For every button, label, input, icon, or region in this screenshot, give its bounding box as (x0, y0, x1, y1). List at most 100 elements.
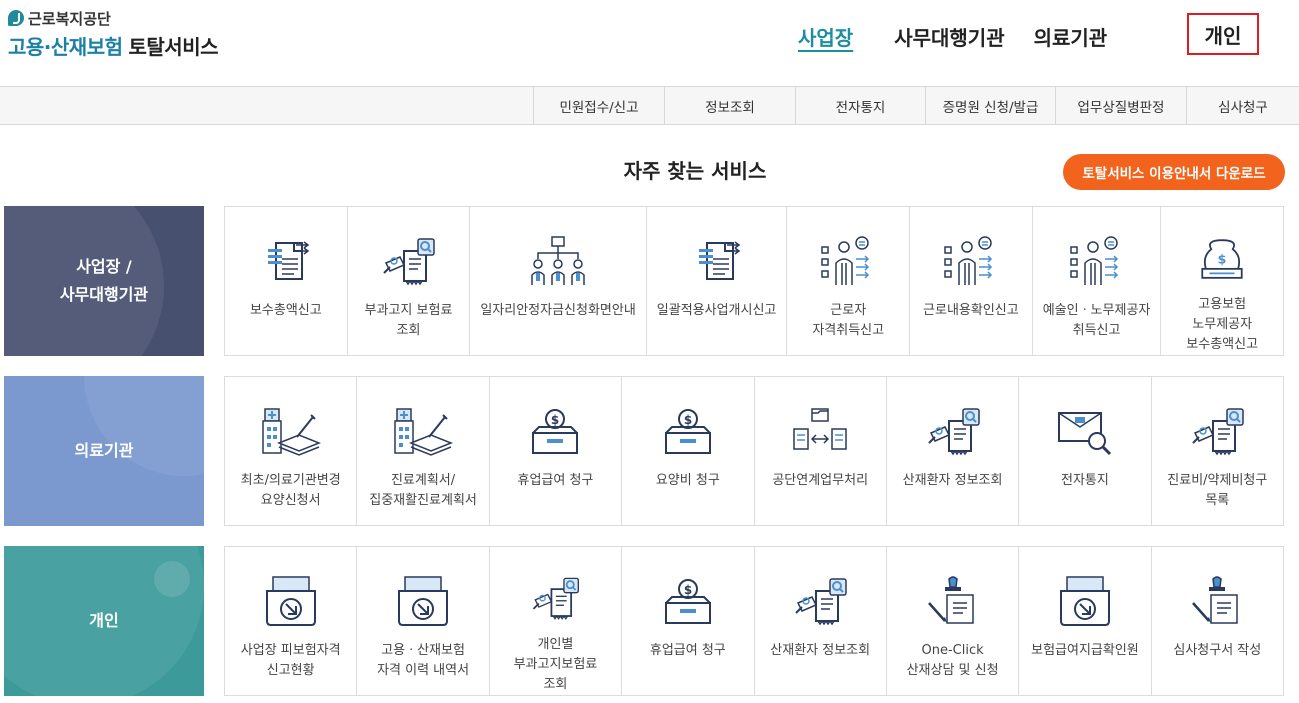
subnav-info-inquiry[interactable]: 정보조회 (664, 87, 795, 124)
service-tile-label: 고용ㆍ산재보험 자격 이력 내역서 (377, 643, 470, 678)
subnav-occupational-disease[interactable]: 업무상질병판정 (1055, 87, 1186, 124)
document-search-icon (533, 577, 580, 620)
service-tile-label: 보수총액신고 (249, 303, 322, 318)
subnav-certificate[interactable]: 증명원 신청/발급 (925, 87, 1055, 124)
service-tile-label: 부과고지 보험료 조회 (364, 303, 453, 338)
service-tile[interactable]: 고용ㆍ산재보험 자격 이력 내역서 (356, 547, 488, 695)
document-list-icon (267, 241, 310, 280)
stamp-pen-icon (927, 576, 974, 624)
person-report-icon (1069, 236, 1118, 285)
service-tile-label: 고용보험 노무제공자 보수총액신고 (1186, 297, 1259, 352)
service-tile[interactable]: 공단연계업무처리 (753, 377, 886, 525)
nav-agency[interactable]: 사무대행기관 (894, 22, 1004, 51)
service-tile[interactable]: 보수총액신고 (225, 207, 347, 355)
sub-nav: 민원접수/신고 정보조회 전자통지 증명원 신청/발급 업무상질병판정 심사청구 (0, 86, 1299, 125)
subnav-e-notice[interactable]: 전자통지 (795, 87, 925, 124)
service-tile-label: One-Click 산재상담 및 신청 (906, 643, 999, 678)
category-personal-label: 개인 (89, 611, 119, 630)
tray-download-icon (1059, 576, 1110, 626)
organization-icon (531, 236, 585, 285)
category-business: 사업장 / 사무대행기관 (4, 206, 204, 356)
tray-download-icon (265, 576, 316, 626)
person-report-icon (821, 236, 870, 285)
tray-download-icon (398, 576, 449, 626)
service-tile-label: 심사청구서 작성 (1173, 643, 1262, 658)
service-tile[interactable]: 보험급여지급확인원 (1018, 547, 1150, 695)
svg-text:$: $ (1218, 251, 1227, 266)
service-tile-label: 산재환자 정보조회 (902, 473, 1003, 488)
service-tile[interactable]: 근로내용확인신고 (909, 207, 1032, 355)
service-row-business: 보수총액신고 부과고지 보험료 조회 일자리안정자금신청화면안내 일괄적용사업개… (224, 206, 1284, 356)
nav-personal[interactable]: 개인 (1187, 13, 1259, 55)
download-guide-button[interactable]: 토탈서비스 이용안내서 다운로드 (1063, 154, 1285, 190)
document-search-icon (1192, 408, 1245, 456)
service-tile[interactable]: 근로자 자격취득신고 (786, 207, 909, 355)
category-medical-label: 의료기관 (74, 441, 134, 460)
service-tile[interactable]: 진료비/약제비청구 목록 (1150, 377, 1283, 525)
service-tile-label: 개인별 부과고지보험료 조회 (513, 637, 598, 692)
subnav-review-request[interactable]: 심사청구 (1186, 87, 1299, 124)
category-business-line2: 사무대행기관 (59, 285, 149, 304)
service-tile-label: 최초/의료기관변경 요양신청서 (240, 473, 341, 508)
service-tile-label: 근로자 자격취득신고 (812, 303, 885, 338)
coin-box-icon: $ (664, 579, 711, 624)
site-header: 근로복지공단 고용·산재보험 토탈서비스 사업장 사무대행기관 의료기관 개인 (0, 0, 1299, 86)
document-search-icon (927, 408, 980, 456)
service-tile-label: 예술인ㆍ노무제공자 취득신고 (1042, 303, 1151, 338)
service-tile-label: 보험급여지급확인원 (1031, 643, 1139, 658)
hospital-form-icon (261, 408, 321, 456)
service-tile[interactable]: 개인별 부과고지보험료 조회 (488, 547, 621, 695)
service-tile[interactable]: 산재환자 정보조회 (753, 547, 886, 695)
mail-search-icon (1057, 412, 1111, 456)
service-tile[interactable]: $ 휴업급여 청구 (488, 377, 621, 525)
site-logo[interactable]: 근로복지공단 고용·산재보험 토탈서비스 (8, 8, 218, 60)
document-search-icon (383, 238, 436, 286)
service-tile-label: 사업장 피보험자격 신고현황 (240, 643, 341, 678)
service-row-personal: 사업장 피보험자격 신고현황 고용ㆍ산재보험 자격 이력 내역서 개인별 부과고… (224, 546, 1284, 696)
logo-mark-icon (8, 10, 24, 26)
service-tile-label: 휴업급여 청구 (649, 643, 726, 658)
exchange-docs-icon (793, 408, 847, 450)
nav-medical[interactable]: 의료기관 (1034, 22, 1108, 51)
document-search-icon (795, 578, 847, 626)
service-tile[interactable]: $ 요양비 청구 (621, 377, 753, 525)
service-tile[interactable]: 일괄적용사업개시신고 (645, 207, 787, 355)
service-tile-label: 일괄적용사업개시신고 (656, 303, 777, 318)
service-name-a: 고용·산재보험 (8, 35, 123, 59)
stamp-pen-icon (1192, 576, 1239, 624)
main-nav: 사업장 사무대행기관 의료기관 개인 (798, 13, 1259, 55)
service-tile-label: 전자통지 (1061, 473, 1109, 488)
service-tile[interactable]: One-Click 산재상담 및 신청 (885, 547, 1018, 695)
service-tile[interactable]: 부과고지 보험료 조회 (346, 207, 470, 355)
service-tile[interactable]: 예술인ㆍ노무제공자 취득신고 (1031, 207, 1161, 355)
svg-text:$: $ (684, 413, 692, 427)
service-tile[interactable]: 산재환자 정보조회 (885, 377, 1018, 525)
service-tile-label: 일자리안정자금신청화면안내 (480, 303, 636, 318)
service-name-b: 토탈서비스 (128, 35, 219, 59)
service-tile-label: 요양비 청구 (655, 473, 720, 488)
money-bag-icon: $ (1201, 239, 1243, 279)
service-tile[interactable]: 심사청구서 작성 (1150, 547, 1283, 695)
category-decoration (154, 561, 190, 597)
subnav-civil-complaint[interactable]: 민원접수/신고 (533, 87, 664, 124)
person-report-icon (944, 236, 992, 285)
service-tile-label: 근로내용확인신고 (923, 303, 1019, 318)
hospital-form-icon (394, 408, 454, 456)
service-tile-label: 산재환자 정보조회 (770, 643, 871, 658)
org-name: 근로복지공단 (28, 9, 111, 28)
service-tile-label: 진료비/약제비청구 목록 (1167, 473, 1268, 508)
nav-business[interactable]: 사업장 (798, 22, 853, 51)
service-tile[interactable]: $ 고용보험 노무제공자 보수총액신고 (1160, 207, 1283, 355)
service-tile[interactable]: 일자리안정자금신청화면안내 (469, 207, 645, 355)
service-tile[interactable]: $ 휴업급여 청구 (621, 547, 753, 695)
service-tile[interactable]: 진료계획서/집중재활진료계획서 (356, 377, 488, 525)
service-tile-label: 휴업급여 청구 (517, 473, 594, 488)
coin-box-icon: $ (664, 409, 711, 454)
service-tile-label: 진료계획서/집중재활진료계획서 (369, 473, 477, 508)
category-business-line1: 사업장 / (76, 257, 132, 276)
service-tile[interactable]: 전자통지 (1018, 377, 1150, 525)
service-tile-label: 공단연계업무처리 (772, 473, 869, 488)
service-tile[interactable]: 사업장 피보험자격 신고현황 (225, 547, 356, 695)
service-tile[interactable]: 최초/의료기관변경 요양신청서 (225, 377, 356, 525)
category-medical: 의료기관 (4, 376, 204, 526)
